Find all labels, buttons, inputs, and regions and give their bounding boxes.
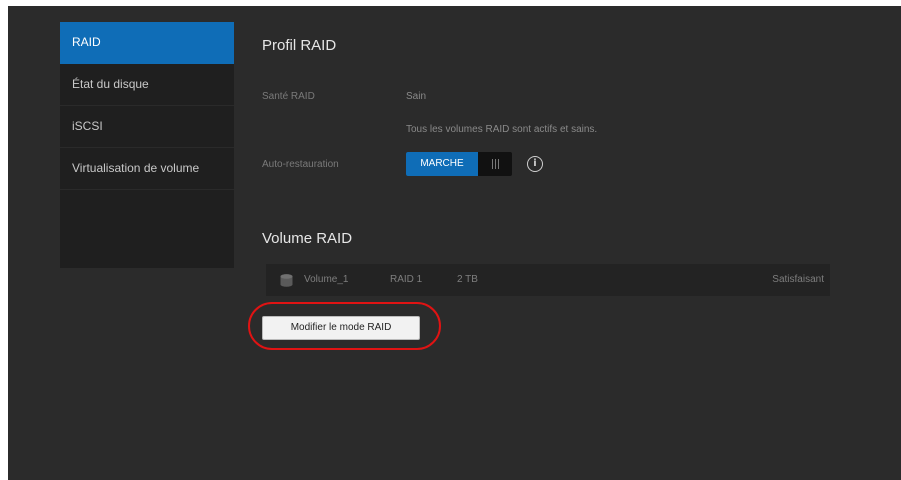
volume-name: Volume_1: [304, 274, 349, 285]
volume-status: Satisfaisant: [772, 274, 824, 285]
info-icon[interactable]: i: [527, 156, 543, 172]
toggle-grip-icon: [478, 152, 512, 176]
sidebar-item-disk-status[interactable]: État du disque: [60, 64, 234, 106]
auto-restore-label: Auto-restauration: [262, 159, 339, 170]
sidebar-item-iscsi[interactable]: iSCSI: [60, 106, 234, 148]
volume-raid-level: RAID 1: [390, 274, 423, 285]
disk-icon: [280, 274, 293, 287]
raid-health-label: Santé RAID: [262, 91, 315, 102]
volume-size: 2 TB: [457, 274, 478, 285]
raid-profile-title: Profil RAID: [262, 37, 337, 54]
sidebar-item-volume-virtualization[interactable]: Virtualisation de volume: [60, 148, 234, 190]
raid-volume-title: Volume RAID: [262, 230, 353, 247]
raid-health-value: Sain: [406, 91, 427, 102]
auto-restore-toggle[interactable]: MARCHE: [406, 152, 512, 176]
raid-health-detail: Tous les volumes RAID sont actifs et sai…: [406, 124, 598, 135]
sidebar: RAID État du disque iSCSI Virtualisation…: [60, 22, 234, 268]
toggle-on-label: MARCHE: [406, 152, 478, 176]
sidebar-item-raid[interactable]: RAID: [60, 22, 234, 64]
modify-raid-mode-button[interactable]: Modifier le mode RAID: [262, 316, 420, 340]
main-frame: RAID État du disque iSCSI Virtualisation…: [8, 6, 901, 480]
volume-row[interactable]: Volume_1 RAID 1 2 TB Satisfaisant: [266, 264, 830, 296]
